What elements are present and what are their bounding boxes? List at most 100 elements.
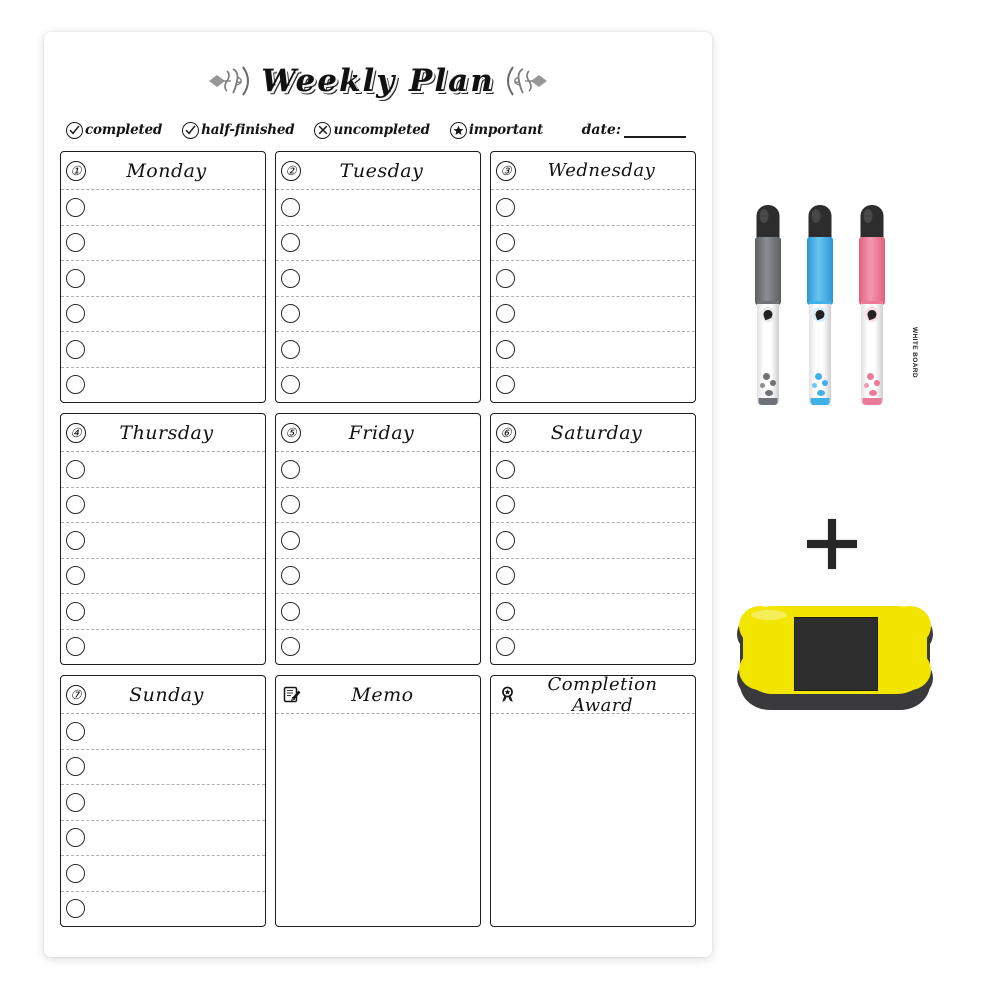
task-row[interactable] <box>61 559 265 594</box>
task-status-bubble[interactable] <box>281 197 300 217</box>
task-status-bubble[interactable] <box>496 566 515 586</box>
task-status-bubble[interactable] <box>66 601 85 621</box>
task-status-bubble[interactable] <box>496 339 515 359</box>
task-row[interactable] <box>491 488 695 523</box>
task-row[interactable] <box>276 368 480 403</box>
task-row[interactable] <box>491 452 695 488</box>
task-status-bubble[interactable] <box>281 233 300 253</box>
task-status-bubble[interactable] <box>496 304 515 324</box>
task-status-bubble[interactable] <box>496 268 515 288</box>
completion-award-cell[interactable]: Completion Award <box>490 675 696 927</box>
task-row[interactable] <box>491 226 695 261</box>
task-row[interactable] <box>276 226 480 261</box>
day-cell-tuesday[interactable]: ② Tuesday <box>275 151 481 403</box>
day-cell-monday[interactable]: ① Monday <box>60 151 266 403</box>
task-status-bubble[interactable] <box>66 459 85 479</box>
task-status-bubble[interactable] <box>66 233 85 253</box>
task-status-bubble[interactable] <box>281 375 300 395</box>
task-row[interactable] <box>61 714 265 750</box>
task-status-bubble[interactable] <box>66 197 85 217</box>
task-row[interactable] <box>276 452 480 488</box>
task-status-bubble[interactable] <box>496 233 515 253</box>
task-status-bubble[interactable] <box>281 637 300 657</box>
task-status-bubble[interactable] <box>66 899 85 919</box>
task-row[interactable] <box>61 488 265 523</box>
task-status-bubble[interactable] <box>66 530 85 550</box>
task-status-bubble[interactable] <box>66 304 85 324</box>
task-row[interactable] <box>61 594 265 630</box>
task-row[interactable] <box>491 630 695 665</box>
day-cell-wednesday[interactable]: ③ Wednesday <box>490 151 696 403</box>
task-status-bubble[interactable] <box>66 863 85 883</box>
task-status-bubble[interactable] <box>496 375 515 395</box>
task-row[interactable] <box>61 750 265 785</box>
task-row[interactable] <box>276 630 480 665</box>
day-cell-sunday[interactable]: ⑦ Sunday <box>60 675 266 927</box>
task-status-bubble[interactable] <box>281 304 300 324</box>
task-row[interactable] <box>61 856 265 892</box>
task-row[interactable] <box>276 594 480 630</box>
task-row[interactable] <box>276 559 480 594</box>
task-row[interactable] <box>61 332 265 368</box>
task-row[interactable] <box>491 559 695 594</box>
date-field[interactable]: date: <box>582 122 692 138</box>
task-row[interactable] <box>276 332 480 368</box>
task-row[interactable] <box>491 332 695 368</box>
task-row[interactable] <box>61 226 265 261</box>
task-row[interactable] <box>61 821 265 856</box>
day-cell-thursday[interactable]: ④ Thursday <box>60 413 266 665</box>
memo-write-area[interactable] <box>276 714 480 926</box>
task-status-bubble[interactable] <box>496 197 515 217</box>
task-status-bubble[interactable] <box>66 792 85 812</box>
task-row[interactable] <box>276 297 480 332</box>
task-row[interactable] <box>491 261 695 297</box>
task-status-bubble[interactable] <box>66 828 85 848</box>
task-row[interactable] <box>491 297 695 332</box>
task-row[interactable] <box>491 368 695 403</box>
task-row[interactable] <box>276 488 480 523</box>
magnetic-board-eraser[interactable] <box>737 598 933 714</box>
task-status-bubble[interactable] <box>281 268 300 288</box>
task-status-bubble[interactable] <box>66 339 85 359</box>
task-row[interactable] <box>61 523 265 559</box>
task-row[interactable] <box>61 452 265 488</box>
completion-award-write-area[interactable] <box>491 714 695 926</box>
task-row[interactable] <box>491 190 695 226</box>
task-row[interactable] <box>61 892 265 927</box>
day-cell-saturday[interactable]: ⑥ Saturday <box>490 413 696 665</box>
task-row[interactable] <box>276 523 480 559</box>
task-status-bubble[interactable] <box>496 601 515 621</box>
day-cell-friday[interactable]: ⑤ Friday <box>275 413 481 665</box>
task-status-bubble[interactable] <box>281 495 300 515</box>
task-status-bubble[interactable] <box>281 566 300 586</box>
date-write-line[interactable] <box>624 123 686 138</box>
task-status-bubble[interactable] <box>496 459 515 479</box>
task-row[interactable] <box>491 594 695 630</box>
task-row[interactable] <box>276 261 480 297</box>
task-status-bubble[interactable] <box>66 268 85 288</box>
task-status-bubble[interactable] <box>66 637 85 657</box>
task-status-bubble[interactable] <box>496 637 515 657</box>
task-status-bubble[interactable] <box>281 339 300 359</box>
task-status-bubble[interactable] <box>66 721 85 741</box>
memo-cell[interactable]: Memo <box>275 675 481 927</box>
task-row[interactable] <box>61 297 265 332</box>
task-row[interactable] <box>61 368 265 403</box>
task-status-bubble[interactable] <box>281 601 300 621</box>
task-status-bubble[interactable] <box>281 530 300 550</box>
task-row[interactable] <box>61 190 265 226</box>
flourish-ornament-right-icon <box>506 66 547 96</box>
task-row[interactable] <box>61 630 265 665</box>
task-status-bubble[interactable] <box>496 530 515 550</box>
task-row[interactable] <box>61 261 265 297</box>
task-status-bubble[interactable] <box>281 459 300 479</box>
task-row[interactable] <box>276 190 480 226</box>
task-status-bubble[interactable] <box>66 495 85 515</box>
pink-marker[interactable]: WHITE BOARD <box>857 205 918 405</box>
task-row[interactable] <box>491 523 695 559</box>
task-status-bubble[interactable] <box>66 375 85 395</box>
task-status-bubble[interactable] <box>66 757 85 777</box>
task-status-bubble[interactable] <box>66 566 85 586</box>
task-row[interactable] <box>61 785 265 821</box>
task-status-bubble[interactable] <box>496 495 515 515</box>
